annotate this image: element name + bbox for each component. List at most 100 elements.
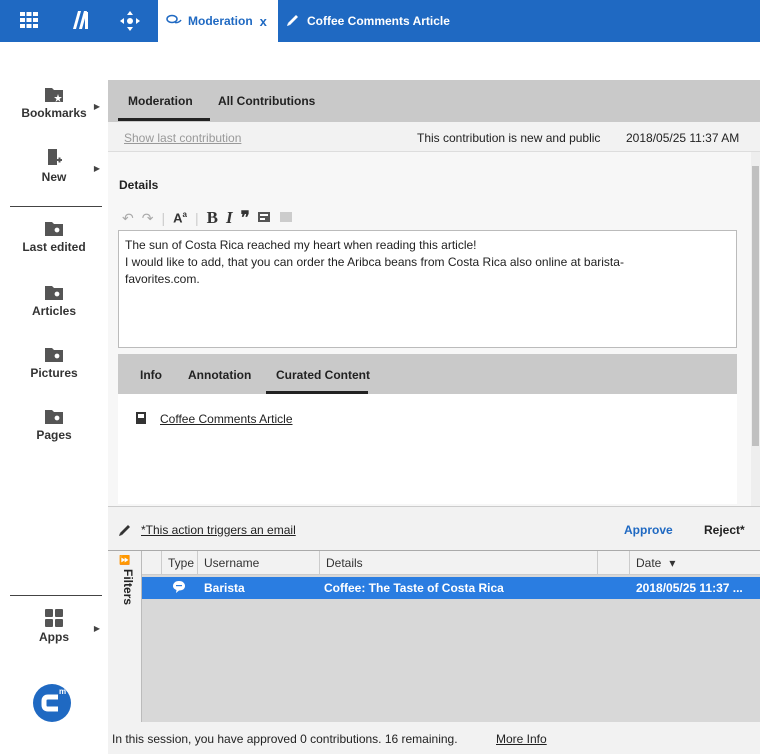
caret-right-icon: ▶ <box>93 164 100 173</box>
tab-moderation-label: Moderation <box>188 14 253 28</box>
approve-button[interactable]: Approve <box>624 523 673 537</box>
tab-moderation-view[interactable]: Moderation <box>128 94 193 108</box>
show-last-contribution-link[interactable]: Show last contribution <box>124 131 241 145</box>
reject-button[interactable]: Reject* <box>704 523 745 537</box>
contribution-info-bar: Show last contribution This contribution… <box>108 122 760 152</box>
column-date-label: Date <box>636 555 662 570</box>
filters-panel[interactable]: ⏩ Filters <box>108 551 142 723</box>
column-header-spacer <box>598 551 630 575</box>
column-header-date[interactable]: Date ▾ <box>630 551 760 575</box>
folder-search-icon <box>45 222 63 236</box>
new-document-icon <box>48 149 62 165</box>
detail-sub-tabs: Info Annotation Curated Content <box>118 354 737 394</box>
coremedia-logo[interactable]: m <box>33 684 71 725</box>
table-row[interactable]: Barista Coffee: The Taste of Costa Rica … <box>142 577 760 599</box>
curated-content-panel: Coffee Comments Article <box>118 394 737 504</box>
italic-icon[interactable]: I <box>226 208 233 228</box>
scrollbar-thumb[interactable] <box>752 166 759 446</box>
editor-line: I would like to add, that you can order … <box>125 255 624 269</box>
moderation-tabs: Moderation All Contributions <box>108 80 760 122</box>
sidebar-item-articles[interactable]: Articles <box>0 284 108 318</box>
filters-label: Filters <box>121 569 135 606</box>
session-footer: In this session, you have approved 0 con… <box>108 722 760 754</box>
tab-moderation[interactable]: Moderation x <box>158 0 278 42</box>
folder-star-icon <box>45 88 63 102</box>
top-bar: Moderation x Coffee Comments Article <box>0 0 760 42</box>
column-header-username[interactable]: Username <box>198 551 320 575</box>
moderation-action-bar: *This action triggers an email Approve R… <box>108 506 760 550</box>
column-username-label: Username <box>204 555 260 570</box>
sidebar-item-pages[interactable]: Pages <box>0 408 108 442</box>
row-date: 2018/05/25 11:37 ... <box>636 581 743 595</box>
expand-filters-icon[interactable]: ⏩ <box>119 555 130 566</box>
remove-link-icon[interactable] <box>279 210 294 226</box>
column-details-label: Details <box>326 555 363 570</box>
sidebar-divider <box>10 595 102 596</box>
sidebar-item-apps[interactable]: Apps ▶ <box>0 608 108 644</box>
folder-search-icon <box>45 410 63 424</box>
sidebar-item-last-edited[interactable]: Last edited <box>0 220 108 254</box>
editor-line: favorites.com. <box>125 272 200 286</box>
column-header-checkbox[interactable] <box>142 551 162 575</box>
row-details: Coffee: The Taste of Costa Rica <box>324 581 504 595</box>
contribution-status: This contribution is new and public <box>417 131 601 145</box>
svg-text:m: m <box>59 687 66 696</box>
column-header-details[interactable]: Details <box>320 551 598 575</box>
contribution-timestamp: 2018/05/25 11:37 AM <box>626 131 740 145</box>
library-icon[interactable] <box>70 10 90 33</box>
tab-close-button[interactable]: x <box>260 14 267 29</box>
sidebar-item-bookmarks[interactable]: Bookmarks ▶ <box>0 86 108 120</box>
caret-right-icon: ▶ <box>93 102 100 111</box>
sidebar-item-label: Bookmarks <box>21 106 87 120</box>
pencil-icon <box>286 13 300 30</box>
caret-right-icon: ▶ <box>93 624 100 633</box>
font-style-icon[interactable]: Aa <box>173 210 187 225</box>
toolbar-separator: | <box>161 210 166 226</box>
bold-icon[interactable]: B <box>207 208 218 228</box>
contributions-grid: ⏩ Filters Type Username Details Date ▾ B… <box>108 550 760 723</box>
sidebar-item-label: Last edited <box>22 240 86 254</box>
sidebar: Bookmarks ▶ New ▶ Last edited Articles P… <box>0 42 108 754</box>
sidebar-item-label: Articles <box>31 304 77 318</box>
move-arrows-icon[interactable] <box>120 11 140 34</box>
quote-icon[interactable]: ❞ <box>241 208 250 228</box>
tab-curated-content[interactable]: Curated Content <box>276 368 370 382</box>
main-panel: Moderation All Contributions Show last c… <box>108 80 760 754</box>
sort-descending-icon: ▾ <box>669 555 676 570</box>
contribution-text-editor[interactable]: The sun of Costa Rica reached my heart w… <box>118 230 737 348</box>
row-username: Barista <box>204 581 245 595</box>
folder-search-icon <box>45 348 63 362</box>
grid-menu-icon[interactable] <box>20 12 38 31</box>
curated-content-link[interactable]: Coffee Comments Article <box>160 412 293 426</box>
tab-info[interactable]: Info <box>140 368 162 382</box>
sidebar-item-label: Pages <box>36 428 72 442</box>
insert-link-icon[interactable] <box>257 210 272 226</box>
sidebar-item-pictures[interactable]: Pictures <box>0 346 108 380</box>
email-trigger-note[interactable]: *This action triggers an email <box>141 523 296 537</box>
editor-line: The sun of Costa Rica reached my heart w… <box>125 238 477 252</box>
folder-search-icon <box>45 286 63 300</box>
redo-icon[interactable]: ↷ <box>142 210 154 227</box>
sidebar-item-new[interactable]: New ▶ <box>0 148 108 184</box>
tab-coffee-comments-article[interactable]: Coffee Comments Article <box>282 0 450 42</box>
pencil-icon <box>118 523 132 540</box>
column-type-label: Type <box>168 555 195 570</box>
session-status-text: In this session, you have approved 0 con… <box>112 732 458 746</box>
sidebar-item-label: Apps <box>39 630 69 644</box>
tab-annotation[interactable]: Annotation <box>188 368 251 382</box>
toolbar-separator: | <box>194 210 199 226</box>
document-icon <box>136 412 146 427</box>
active-tab-indicator <box>118 118 210 121</box>
more-info-link[interactable]: More Info <box>496 732 547 746</box>
tab-article-label: Coffee Comments Article <box>307 14 450 28</box>
details-title: Details <box>119 178 159 192</box>
editor-toolbar: ↶ ↷ | Aa | B I ❞ <box>122 208 294 228</box>
apps-grid-icon <box>45 609 63 627</box>
tab-all-contributions[interactable]: All Contributions <box>218 94 315 108</box>
column-header-type[interactable]: Type <box>162 551 198 575</box>
sidebar-item-label: New <box>41 170 67 184</box>
speech-bubbles-icon <box>166 14 182 29</box>
sidebar-item-label: Pictures <box>30 366 78 380</box>
sidebar-divider <box>10 206 102 207</box>
undo-icon[interactable]: ↶ <box>122 210 134 227</box>
